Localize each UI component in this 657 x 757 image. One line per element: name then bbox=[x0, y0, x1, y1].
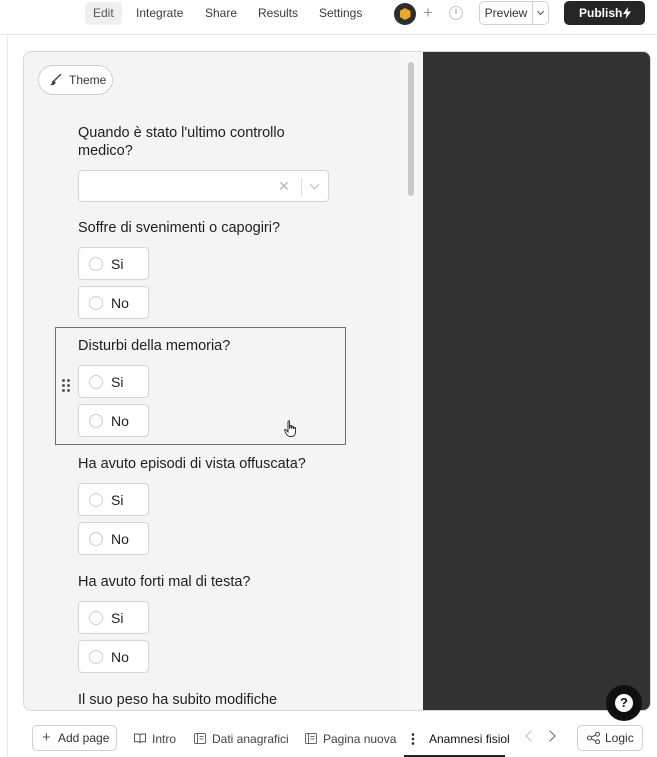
book-icon bbox=[134, 733, 146, 744]
clear-icon[interactable]: ✕ bbox=[278, 177, 290, 195]
theme-button[interactable]: Theme bbox=[38, 65, 113, 95]
radio-option[interactable]: Si bbox=[78, 365, 149, 398]
scrollbar[interactable] bbox=[400, 52, 423, 710]
option-label: No bbox=[111, 413, 129, 429]
plus-icon: + bbox=[42, 729, 51, 746]
radio-circle-icon[interactable] bbox=[89, 532, 103, 546]
chevron-down-icon[interactable] bbox=[532, 1, 549, 25]
chevron-left-icon[interactable] bbox=[525, 730, 537, 742]
add-page-label: Add page bbox=[58, 731, 110, 745]
preview-background-pane bbox=[423, 52, 650, 710]
tab-share[interactable]: Share bbox=[197, 2, 245, 25]
page-tab-label: Dati anagrafici bbox=[212, 732, 289, 746]
radio-circle-icon[interactable] bbox=[89, 493, 103, 507]
option-label: No bbox=[111, 649, 129, 665]
question-title: Soffre di svenimenti o capogiri? bbox=[78, 220, 281, 236]
drag-handle-icon[interactable] bbox=[62, 379, 72, 393]
publish-button[interactable]: Publish bbox=[564, 1, 645, 25]
form-preview-pane: Theme Quando è stato l'ultimo controllo … bbox=[24, 52, 400, 710]
plus-icon[interactable]: + bbox=[419, 3, 437, 23]
logic-branch-icon bbox=[587, 732, 600, 744]
top-toolbar: Edit Integrate Share Results Settings + … bbox=[0, 0, 657, 28]
option-label: Si bbox=[111, 256, 124, 272]
question-title: Ha avuto forti mal di testa? bbox=[78, 574, 251, 590]
option-label: Si bbox=[111, 610, 124, 626]
date-dropdown[interactable]: ✕ bbox=[78, 170, 329, 202]
paintbrush-icon bbox=[50, 74, 62, 86]
question-title: Il suo peso ha subito modifiche bbox=[78, 692, 278, 708]
theme-label: Theme bbox=[69, 73, 107, 87]
radio-circle-icon[interactable] bbox=[89, 650, 103, 664]
page-tab-anamnesi[interactable]: Anamnesi fisiol bbox=[411, 731, 510, 747]
option-label: No bbox=[111, 531, 129, 547]
chevron-down-icon[interactable] bbox=[309, 179, 320, 190]
toolbar-divider bbox=[0, 34, 657, 35]
radio-option[interactable]: Si bbox=[78, 483, 149, 516]
hand-pointer-cursor-icon bbox=[284, 420, 296, 437]
logic-button[interactable]: Logic bbox=[577, 725, 643, 751]
radio-option[interactable]: Si bbox=[78, 601, 149, 634]
history-clock-icon[interactable] bbox=[449, 6, 463, 20]
editor-canvas: Theme Quando è stato l'ultimo controllo … bbox=[23, 51, 651, 711]
question-title: Quando è stato l'ultimo controllo medico… bbox=[78, 125, 285, 159]
page-tab-intro[interactable]: Intro bbox=[134, 731, 176, 747]
radio-circle-icon[interactable] bbox=[89, 257, 103, 271]
page-tab-pagina-nuova[interactable]: Pagina nuova bbox=[305, 731, 396, 747]
question-title: Disturbi della memoria? bbox=[78, 338, 231, 354]
page-tab-dati-anagrafici[interactable]: Dati anagrafici bbox=[194, 731, 289, 747]
avatar[interactable] bbox=[394, 3, 416, 25]
radio-option[interactable]: No bbox=[78, 404, 149, 437]
question-mark-icon: ? bbox=[615, 694, 633, 712]
tab-edit[interactable]: Edit bbox=[85, 2, 122, 25]
hexagon-logo-icon bbox=[399, 8, 411, 20]
lightning-bolt-icon bbox=[623, 7, 631, 19]
radio-circle-icon[interactable] bbox=[89, 296, 103, 310]
page-tabs-bar: + Add page Intro Dati anagrafici Pagina … bbox=[0, 718, 657, 757]
option-label: Si bbox=[111, 492, 124, 508]
publish-label: Publish bbox=[579, 6, 623, 20]
logic-label: Logic bbox=[605, 731, 634, 745]
page-tab-label: Anamnesi fisiol bbox=[429, 732, 510, 746]
radio-circle-icon[interactable] bbox=[89, 375, 103, 389]
scrollbar-thumb[interactable] bbox=[408, 62, 414, 196]
tab-settings[interactable]: Settings bbox=[311, 2, 370, 25]
page-icon bbox=[194, 733, 206, 744]
option-label: Si bbox=[111, 374, 124, 390]
preview-button[interactable]: Preview bbox=[479, 1, 533, 25]
radio-option[interactable]: No bbox=[78, 522, 149, 555]
dots-vertical-icon[interactable] bbox=[411, 733, 415, 745]
radio-option[interactable]: No bbox=[78, 640, 149, 673]
radio-circle-icon[interactable] bbox=[89, 414, 103, 428]
dropdown-separator bbox=[301, 178, 302, 196]
page-tab-label: Pagina nuova bbox=[323, 732, 397, 746]
page-tab-label: Intro bbox=[152, 732, 177, 746]
add-page-button[interactable]: + Add page bbox=[32, 725, 117, 751]
help-button[interactable]: ? bbox=[606, 685, 642, 721]
radio-option[interactable]: No bbox=[78, 286, 149, 319]
tab-integrate[interactable]: Integrate bbox=[128, 2, 191, 25]
question-title: Ha avuto episodi di vista offuscata? bbox=[78, 456, 306, 472]
left-edge-divider bbox=[7, 34, 8, 757]
chevron-right-icon[interactable] bbox=[544, 730, 556, 742]
tab-results[interactable]: Results bbox=[250, 2, 306, 25]
page-icon bbox=[305, 733, 317, 744]
option-label: No bbox=[111, 295, 129, 311]
radio-option[interactable]: Si bbox=[78, 247, 149, 280]
radio-circle-icon[interactable] bbox=[89, 611, 103, 625]
